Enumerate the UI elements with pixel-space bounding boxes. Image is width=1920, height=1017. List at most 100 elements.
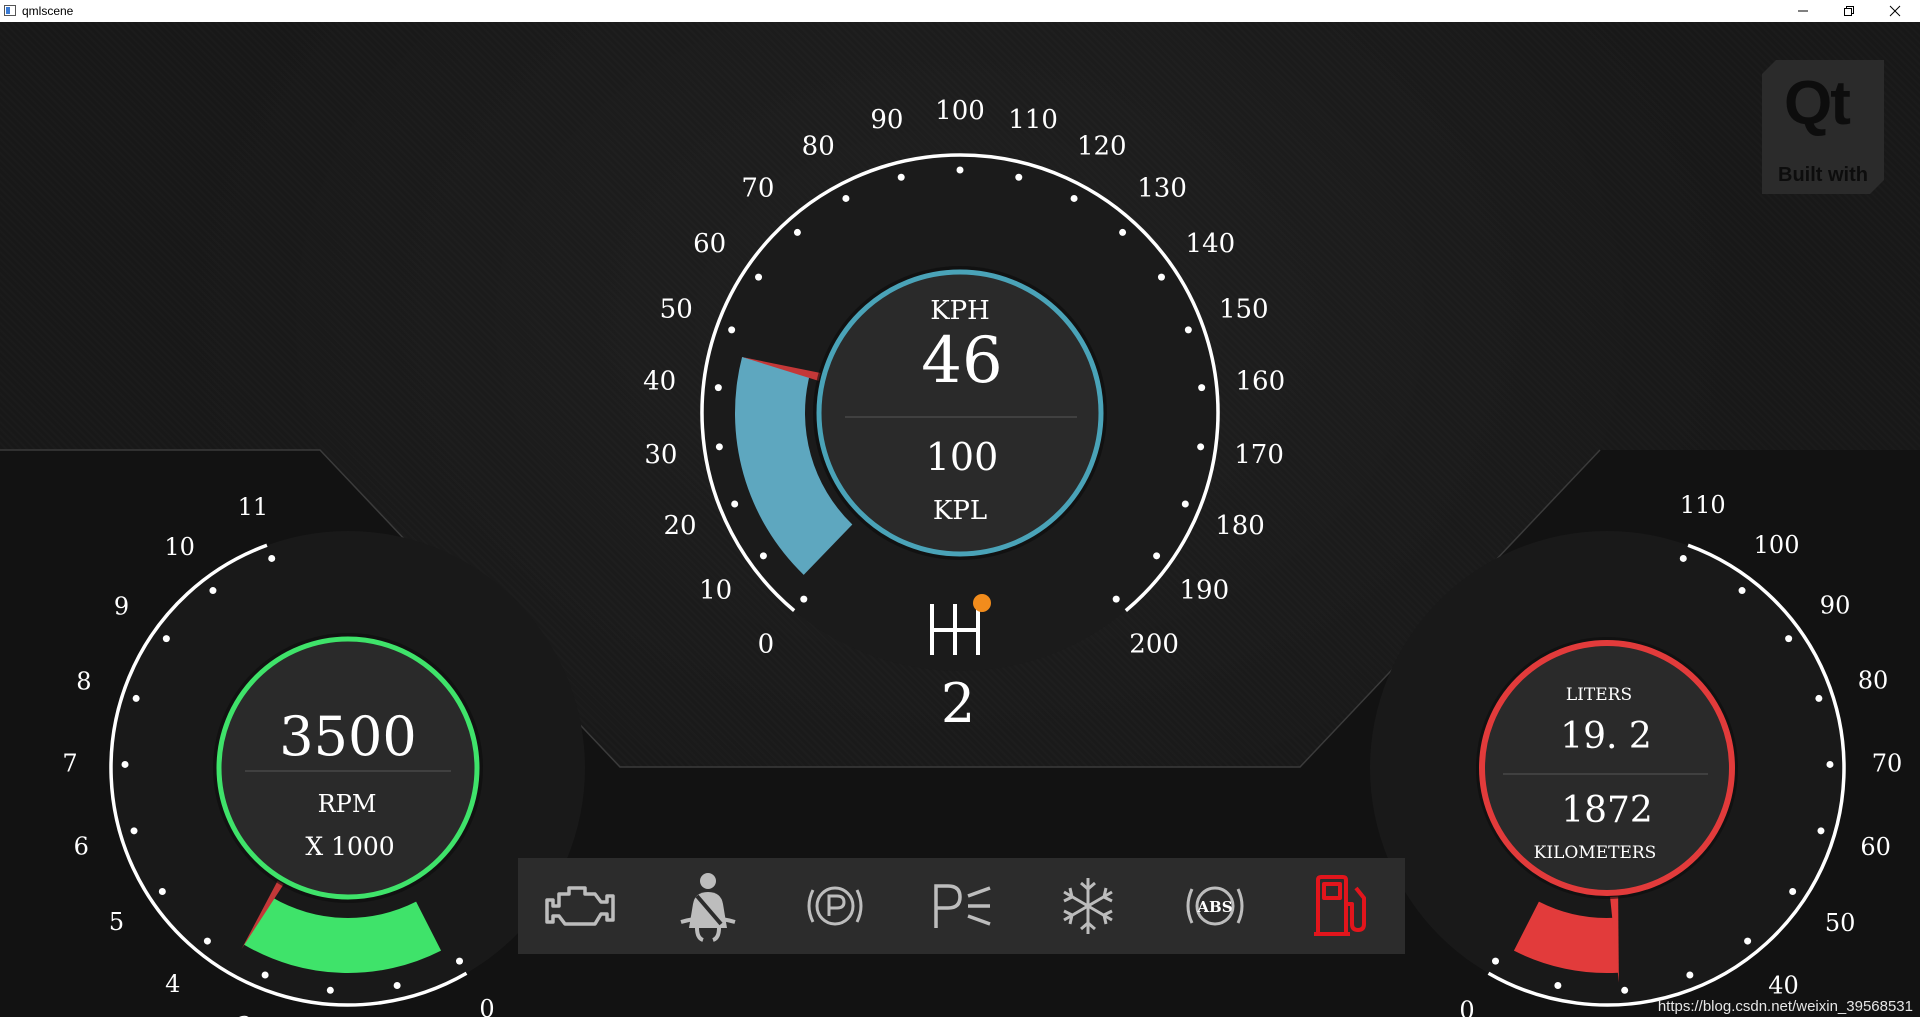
speedometer-tick-label: 0: [758, 629, 775, 659]
speedometer-tick-dot: [731, 500, 739, 508]
speedometer-tick-dot: [1197, 443, 1205, 451]
kilometers-label: KILOMETERS: [1534, 843, 1657, 863]
fuel-gauge-tick-label: 80: [1858, 667, 1889, 695]
tachometer-tick-label: 8: [76, 667, 91, 695]
speedometer-tick-label: 90: [870, 105, 903, 135]
speedometer-tick-dot: [1015, 173, 1023, 181]
qt-badge: Qt Built with: [1762, 60, 1884, 194]
tachometer-tick-dot: [209, 587, 217, 595]
tachometer-tick-label: 7: [62, 750, 77, 778]
speedometer-tick-label: 140: [1186, 229, 1236, 259]
tachometer-tick-label: 5: [109, 908, 124, 936]
speedometer-tick-label: 190: [1180, 576, 1230, 606]
economy-unit-label: KPL: [933, 496, 987, 526]
parking-lights-icon: [919, 866, 1003, 946]
speedometer-tick-dot: [759, 552, 767, 560]
speedometer-tick-dot: [715, 443, 723, 451]
restore-button[interactable]: [1826, 0, 1872, 22]
speedometer-tick-dot: [800, 595, 808, 603]
tachometer-tick-label: 10: [164, 533, 195, 561]
tachometer-tick-label: 9: [114, 593, 129, 621]
fuel-gauge-tick-label: 0: [1459, 996, 1474, 1017]
fuel-gauge-tick-label: 70: [1872, 750, 1903, 778]
speedometer-tick-label: 10: [699, 576, 732, 606]
tachometer-tick-dot: [326, 986, 334, 994]
fuel-gauge-tick-label: 100: [1754, 531, 1800, 559]
window-title: qmlscene: [22, 4, 74, 18]
fuel-gauge-tick-label: 60: [1860, 833, 1891, 861]
speedometer-tick-label: 200: [1129, 629, 1179, 659]
speedometer-tick-label: 150: [1219, 295, 1269, 325]
tachometer-tick-label: 6: [74, 832, 89, 860]
speedometer-tick-label: 80: [802, 131, 835, 161]
speedometer-tick-label: 170: [1234, 440, 1284, 470]
speedometer-tick-label: 40: [643, 366, 676, 396]
speedometer-tick-dot: [956, 166, 964, 174]
fuel-gauge-tick-dot: [1679, 554, 1687, 562]
tachometer-tick-label: 4: [165, 970, 180, 998]
rpm-value: 3500: [279, 705, 416, 768]
tachometer-tick-dot: [158, 888, 166, 896]
fuel-gauge-tick-dot: [1744, 937, 1752, 945]
fuel-gauge-tick-label: 40: [1768, 971, 1799, 999]
speedometer-tick-dot: [1184, 326, 1192, 334]
speedometer-tick-dot: [842, 194, 850, 202]
speedometer-tick-dot: [1119, 228, 1127, 236]
speed-value: 46: [921, 324, 1002, 398]
abs-icon: ABS: [1173, 866, 1257, 946]
speedometer-tick-dot: [1181, 500, 1189, 508]
tachometer-tick-label: 3: [237, 1012, 252, 1017]
tachometer-tick-dot: [203, 937, 211, 945]
speedometer-tick-dot: [728, 326, 736, 334]
parking-brake-icon: [793, 866, 877, 946]
restore-icon: [1844, 6, 1854, 16]
fuel-gauge-tick-dot: [1492, 957, 1499, 965]
seatbelt-icon: [666, 866, 750, 946]
app-icon: [4, 5, 16, 16]
speedometer-tick-label: 60: [693, 229, 726, 259]
minimize-icon: [1798, 10, 1808, 12]
speedometer-tick-dot: [793, 228, 801, 236]
speedometer-tick-label: 100: [935, 96, 985, 126]
speedometer-tick-label: 30: [644, 440, 677, 470]
fuel-gauge-tick-dot: [1686, 971, 1694, 979]
fuel-gauge-tick-dot: [1826, 760, 1834, 768]
minimize-button[interactable]: [1780, 0, 1826, 22]
tachometer-tick-dot: [268, 554, 276, 562]
warning-lights-bar: ABS: [518, 858, 1405, 954]
rpm-multiplier: X 1000: [305, 832, 394, 861]
check-engine-icon: [539, 866, 623, 946]
tachometer-tick-label: 0: [479, 995, 494, 1017]
fuel-gauge-tick-dot: [1817, 827, 1825, 835]
svg-text:ABS: ABS: [1196, 898, 1232, 916]
tachometer-tick-dot: [393, 982, 401, 990]
tachometer-tick-dot: [261, 971, 269, 979]
speedometer-tick-dot: [1112, 595, 1120, 603]
speedometer-tick-dot: [1157, 273, 1165, 281]
fuel-gauge-tick-dot: [1621, 986, 1629, 994]
gear-label: 2: [941, 672, 975, 735]
speedometer-tick-label: 130: [1137, 174, 1187, 204]
fuel-gauge-tick-dot: [1789, 888, 1797, 896]
watermark-url: https://blog.csdn.net/weixin_39568531: [1657, 998, 1913, 1015]
speedometer-tick-label: 180: [1215, 511, 1265, 541]
speedometer-tick-label: 20: [663, 511, 696, 541]
speedometer-tick-dot: [1198, 384, 1206, 392]
speedometer-tick-label: 120: [1077, 131, 1127, 161]
speedometer-tick-label: 50: [660, 295, 693, 325]
fuel-gauge-tick-dot: [1554, 982, 1562, 990]
fuel-gauge-tick-dot: [1738, 587, 1746, 595]
tachometer-tick-dot: [162, 635, 170, 643]
close-button[interactable]: [1872, 0, 1918, 22]
tachometer-tick-label: 11: [238, 493, 269, 521]
speedometer-tick-label: 110: [1008, 105, 1058, 135]
speedometer-tick-label: 70: [741, 174, 774, 204]
tachometer-tick-dot: [132, 694, 140, 702]
speed-unit-label: KPH: [930, 296, 990, 326]
kilometers-value: 1872: [1561, 790, 1653, 831]
qt-logo: Qt: [1784, 69, 1849, 138]
dashboard: 0 10 20 30 40 50 60 70 80 90 100 110 120 130 140 150 160…: [0, 22, 1920, 1017]
fuel-pump-icon: [1300, 866, 1384, 946]
qt-badge-caption: Built with: [1778, 164, 1868, 186]
tachometer-tick-dot: [130, 827, 138, 835]
